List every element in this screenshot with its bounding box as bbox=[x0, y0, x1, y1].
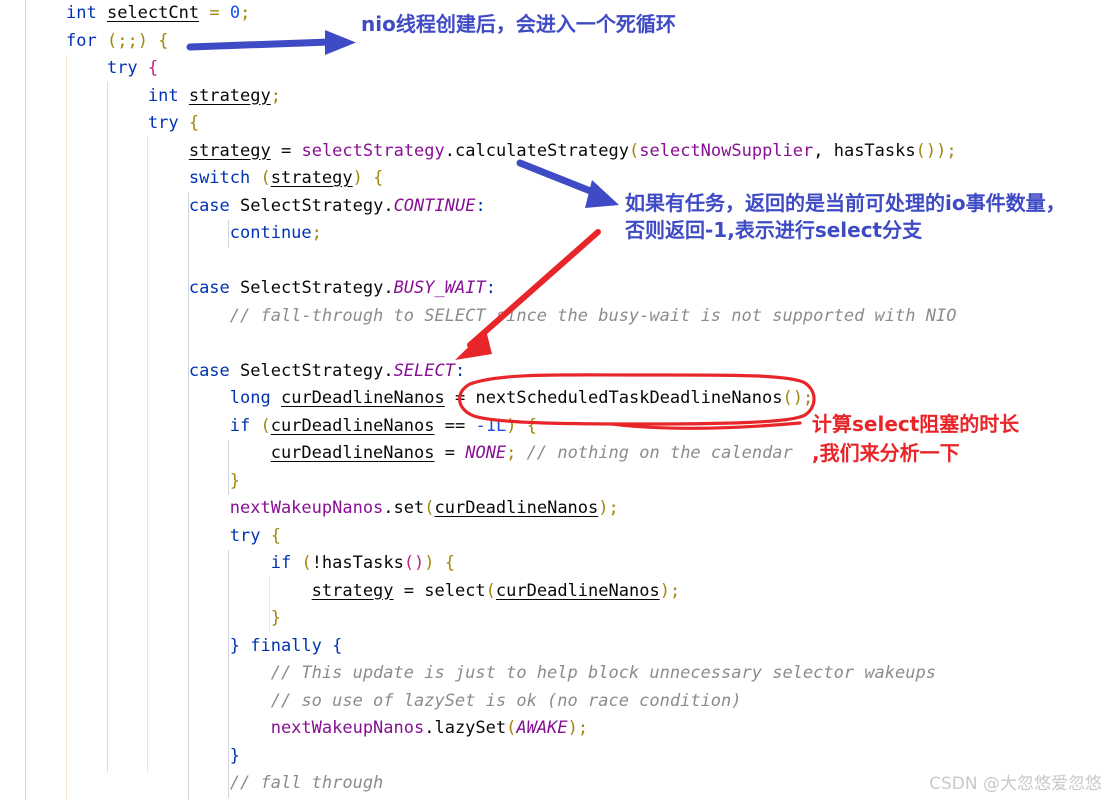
code-line: continue; bbox=[229, 223, 322, 243]
code-line: strategy = select(curDeadlineNanos); bbox=[311, 580, 681, 601]
code-line: } finally { bbox=[229, 635, 343, 656]
code-screenshot: int selectCnt = 0; for (;;) { try { int s… bbox=[0, 0, 1114, 800]
code-line: } bbox=[229, 745, 241, 766]
code-line: // fall-through to SELECT since the busy… bbox=[229, 305, 957, 326]
code-line: try { bbox=[147, 113, 200, 133]
code-line: if (!hasTasks()) { bbox=[270, 553, 456, 573]
code-line: try { bbox=[229, 525, 281, 546]
code-line: // so use of lazySet is ok (no race cond… bbox=[270, 690, 742, 711]
code-line: // This update is just to help block unn… bbox=[270, 663, 936, 683]
code-line: try { bbox=[106, 58, 159, 78]
code-block: int selectCnt = 0; for (;;) { try { int s… bbox=[0, 0, 1114, 798]
annotation-strategy-line1: 如果有任务，返回的是当前可处理的io事件数量， bbox=[625, 191, 1066, 215]
code-line: strategy = selectStrategy.calculateStrat… bbox=[188, 140, 957, 161]
code-line: } bbox=[229, 470, 241, 491]
annotation-strategy-line2: 否则返回-1,表示进行select分支 bbox=[625, 218, 923, 242]
code-line: case SelectStrategy.BUSY_WAIT: bbox=[188, 278, 496, 298]
code-line: long curDeadlineNanos = nextScheduledTas… bbox=[229, 388, 814, 408]
code-line: nextWakeupNanos.set(curDeadlineNanos); bbox=[229, 498, 619, 518]
code-line: nextWakeupNanos.lazySet(AWAKE); bbox=[270, 718, 589, 738]
annotation-deadline-line1: 计算select阻塞的时长 bbox=[812, 412, 1020, 436]
code-line: switch (strategy) { bbox=[188, 168, 384, 188]
code-line: int strategy; bbox=[147, 85, 281, 106]
annotation-deadline-line2: ,我们来分析一下 bbox=[812, 441, 960, 465]
annotation-loop-text: nio线程创建后，会进入一个死循环 bbox=[361, 12, 676, 36]
csdn-watermark: CSDN @大忽悠爱忽悠 bbox=[929, 774, 1102, 794]
code-line: case SelectStrategy.SELECT: bbox=[188, 360, 466, 381]
code-line: } bbox=[270, 608, 281, 628]
